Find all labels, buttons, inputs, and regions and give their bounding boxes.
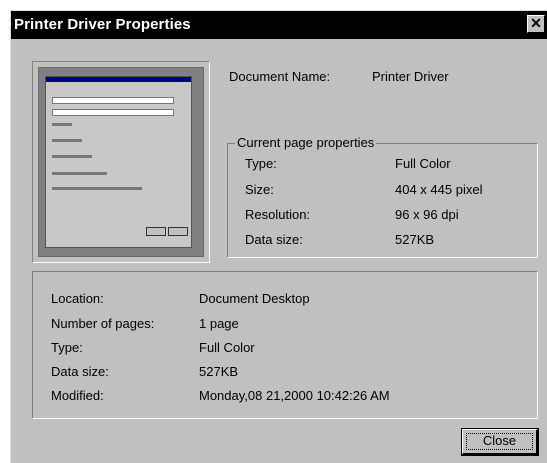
page-size-label: Size:: [245, 182, 274, 197]
page-size-value: 404 x 445 pixel: [395, 182, 483, 197]
page-resolution-label: Resolution:: [245, 207, 311, 222]
window-title: Printer Driver Properties: [14, 16, 191, 33]
document-name-label: Document Name:: [229, 69, 331, 84]
close-button[interactable]: Close: [461, 428, 539, 456]
focus-ring: [466, 433, 533, 450]
page-resolution-value: 96 x 96 dpi: [395, 207, 459, 222]
doc-type-label: Type:: [51, 340, 83, 355]
location-value: Document Desktop: [199, 291, 310, 306]
preview-frame: [38, 67, 204, 257]
close-icon[interactable]: ✕: [527, 15, 545, 33]
preview-thumbnail-image: [45, 76, 192, 248]
page-count-label: Number of pages:: [51, 316, 155, 331]
page-data-size-label: Data size:: [245, 232, 303, 247]
current-page-properties-group: Current page properties Type: Full Color…: [227, 135, 538, 258]
page-type-label: Type:: [245, 156, 277, 171]
modified-value: Monday,08 21,2000 10:42:26 AM: [199, 388, 390, 403]
location-label: Location:: [51, 291, 104, 306]
properties-dialog: Printer Driver Properties ✕ Document Nam…: [10, 10, 547, 463]
page-data-size-value: 527KB: [395, 232, 435, 247]
doc-data-size-label: Data size:: [51, 364, 109, 379]
modified-label: Modified:: [51, 388, 104, 403]
document-info-panel: Location: Document Desktop Number of pag…: [32, 271, 538, 419]
doc-data-size-value: 527KB: [199, 364, 239, 379]
document-name-value: Printer Driver: [372, 69, 449, 84]
page-type-value: Full Color: [395, 156, 451, 171]
group-legend: Current page properties: [235, 135, 377, 150]
title-bar[interactable]: Printer Driver Properties ✕: [11, 11, 547, 39]
page-count-value: 1 page: [199, 316, 239, 331]
doc-type-value: Full Color: [199, 340, 255, 355]
page-preview: [32, 61, 210, 263]
